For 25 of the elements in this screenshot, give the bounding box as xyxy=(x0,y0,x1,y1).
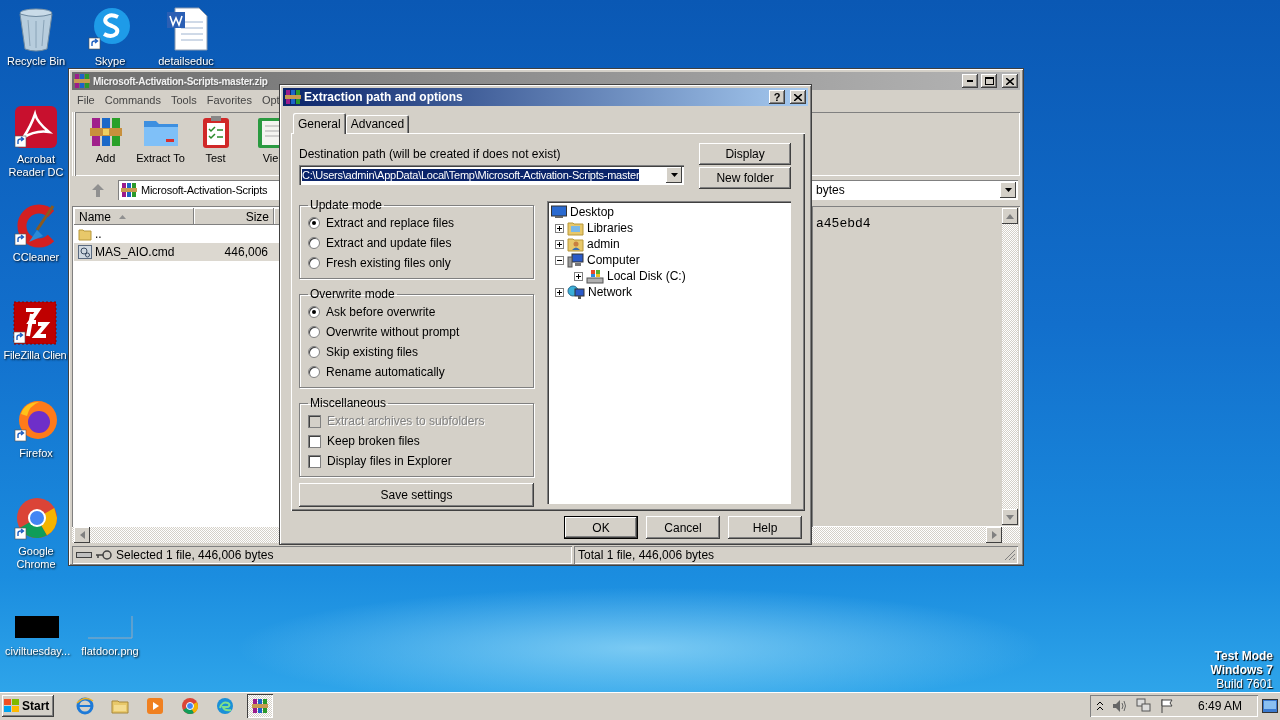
option-label: Extract archives to subfolders xyxy=(327,414,485,428)
file-name: MAS_AIO.cmd xyxy=(74,245,194,259)
watermark-text: Build 7601 xyxy=(1216,677,1273,691)
group-title: Overwrite mode xyxy=(309,287,396,301)
file-name: .. xyxy=(74,227,194,241)
watermark-text: Windows 7 xyxy=(1210,663,1273,677)
option-label: Display files in Explorer xyxy=(327,454,452,468)
file-size: 446,006 xyxy=(223,245,269,259)
watermark-text: Test Mode xyxy=(1214,649,1273,663)
option-label: Skip existing files xyxy=(326,345,419,359)
status-text: Selected 1 file, 446,006 bytes xyxy=(116,548,274,562)
option-label: Rename automatically xyxy=(326,365,445,379)
window-title: Microsoft-Activation-Scripts-master.zip xyxy=(93,75,269,87)
option-label: Overwrite without prompt xyxy=(326,325,460,339)
dialog-title: Extraction path and options xyxy=(304,90,464,104)
info-text: a45ebd4 xyxy=(815,215,871,231)
field-label: Destination path (will be created if does not exist) xyxy=(299,147,562,161)
group-title: Update mode xyxy=(309,198,384,212)
option-label: Keep broken files xyxy=(327,434,420,448)
option-label: Fresh existing files only xyxy=(326,256,451,270)
option-label: Ask before overwrite xyxy=(326,305,436,319)
group-title: Miscellaneous xyxy=(309,396,388,410)
option-label: Extract and replace files xyxy=(326,216,455,230)
option-label: Extract and update files xyxy=(326,236,452,250)
status-text: Total 1 file, 446,006 bytes xyxy=(578,548,715,562)
